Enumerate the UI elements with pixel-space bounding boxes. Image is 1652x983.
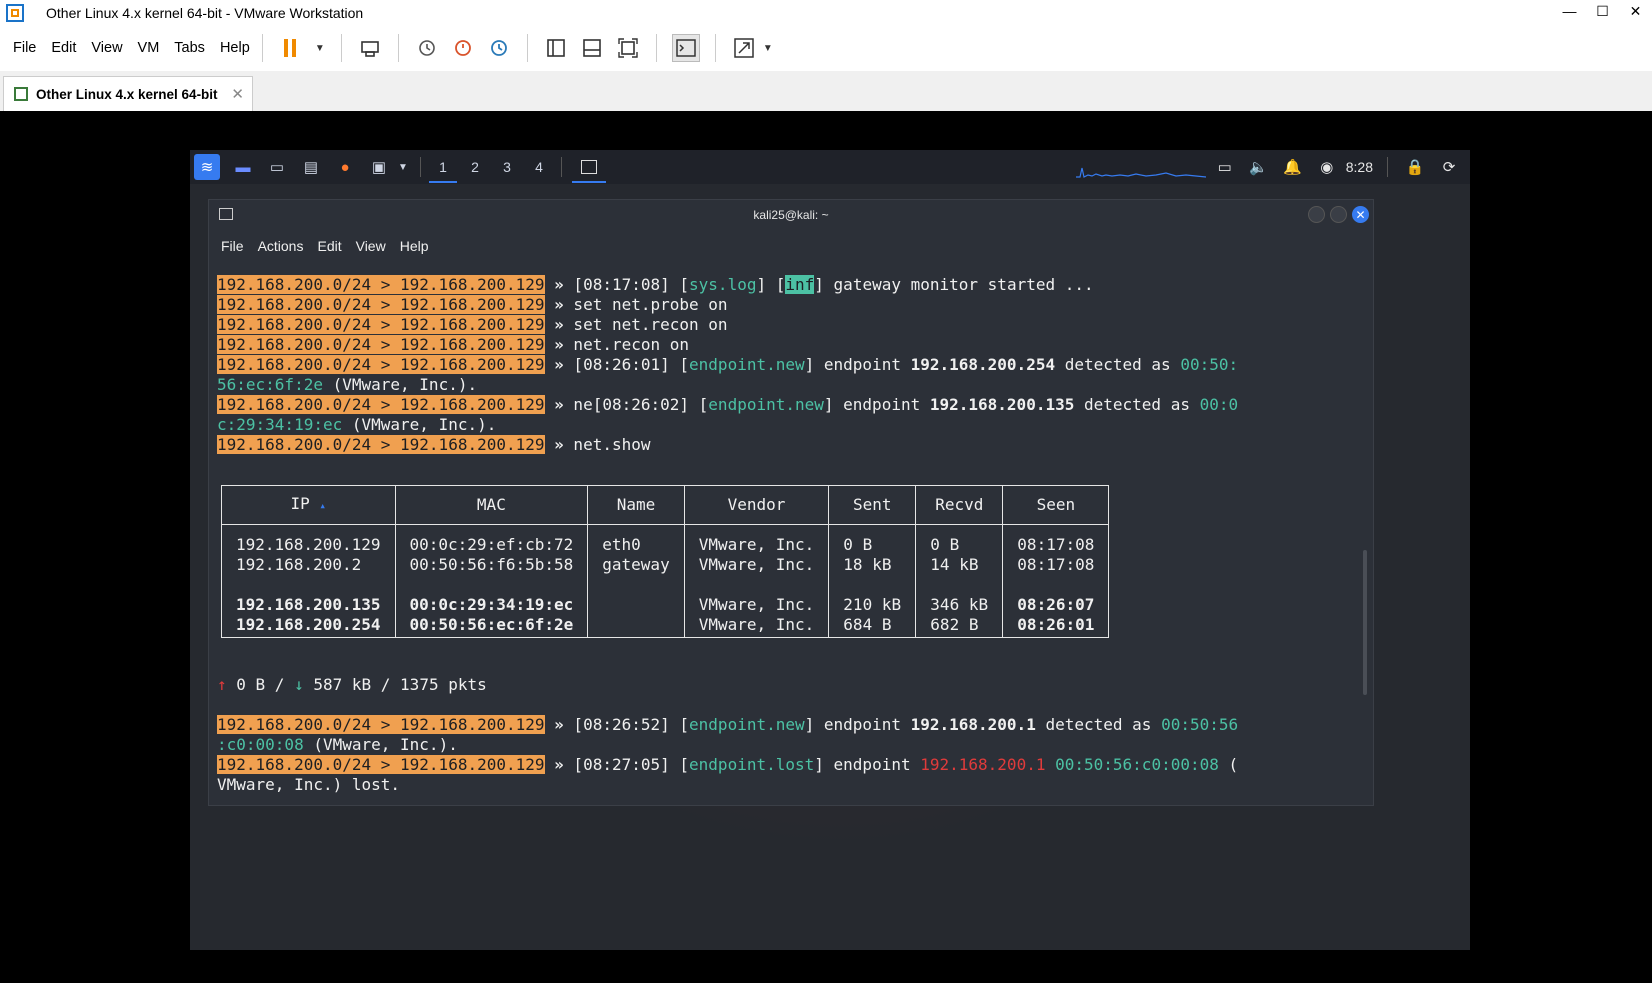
table-header-vendor: Vendor bbox=[683, 485, 830, 525]
vm-icon bbox=[14, 87, 28, 101]
terminal-icon bbox=[581, 160, 597, 174]
file-manager-icon[interactable]: ▭ bbox=[266, 156, 288, 178]
terminal-line: 192.168.200.0/24 > 192.168.200.129 » net… bbox=[217, 335, 690, 354]
table-row: 192.168.200.254 00:50:56:ec:6f:2e VMware, … bbox=[221, 615, 1110, 638]
terminal-scrollbar[interactable] bbox=[1363, 550, 1367, 695]
power-manager-icon[interactable]: ◉ bbox=[1314, 158, 1340, 176]
lock-icon[interactable]: 🔒 bbox=[1402, 158, 1428, 176]
sort-ascending-icon: ▴ bbox=[319, 499, 327, 512]
terminal-menu-edit[interactable]: Edit bbox=[317, 238, 341, 254]
table-row: 192.168.200.135 00:0c:29:34:19:ec VMware, … bbox=[221, 595, 1110, 615]
close-window-button[interactable]: ✕ bbox=[1619, 0, 1652, 22]
terminal-line: 56:ec:6f:2e (VMware, Inc.). bbox=[217, 375, 478, 394]
tab-label: Other Linux 4.x kernel 64-bit bbox=[36, 86, 218, 102]
terminal-line: 192.168.200.0/24 > 192.168.200.129 » set… bbox=[217, 315, 728, 334]
terminal-line: 192.168.200.0/24 > 192.168.200.129 » net… bbox=[217, 435, 651, 454]
stretch-guest-icon[interactable] bbox=[731, 35, 757, 61]
minimize-button[interactable]: — bbox=[1553, 0, 1586, 22]
toolbar-separator bbox=[261, 34, 263, 62]
close-icon[interactable]: ✕ bbox=[231, 85, 244, 103]
workspace-1[interactable]: 1 bbox=[427, 151, 459, 183]
kali-menu-icon[interactable]: ≋ bbox=[194, 154, 220, 180]
table-row: 192.168.200.129 00:0c:29:ef:cb:72 eth0 VMwa… bbox=[221, 524, 1110, 555]
menu-vm[interactable]: VM bbox=[138, 40, 160, 56]
terminal-window-icon bbox=[219, 208, 233, 220]
chevron-down-icon[interactable]: ▼ bbox=[314, 35, 326, 61]
tab-bar: Other Linux 4.x kernel 64-bit ✕ bbox=[0, 71, 1652, 111]
fullscreen-icon[interactable] bbox=[615, 35, 641, 61]
table-header-recvd: Recvd bbox=[915, 485, 1004, 525]
workspace-4[interactable]: 4 bbox=[523, 151, 555, 183]
snapshot-manager-icon[interactable] bbox=[486, 35, 512, 61]
menubar: File Edit View VM Tabs Help ▼ ▼ bbox=[0, 25, 1652, 72]
vm-display[interactable]: ≋ ▬ ▭ ▤ ● ▣ ▼ 1 2 3 4 ▭ 🔈 🔔 ◉ 8:28 🔒 ⟳ k… bbox=[0, 111, 1652, 983]
window-title: Other Linux 4.x kernel 64-bit - VMware W… bbox=[46, 4, 364, 21]
menu-tabs[interactable]: Tabs bbox=[174, 40, 205, 56]
tab-vm[interactable]: Other Linux 4.x kernel 64-bit ✕ bbox=[3, 76, 253, 111]
library-view-icon[interactable] bbox=[543, 35, 569, 61]
snapshot-icon[interactable] bbox=[414, 35, 440, 61]
maximize-button[interactable] bbox=[1330, 206, 1347, 223]
firefox-icon[interactable]: ● bbox=[334, 156, 356, 178]
window-titlebar: Other Linux 4.x kernel 64-bit - VMware W… bbox=[0, 0, 1652, 25]
chevron-down-icon[interactable]: ▼ bbox=[762, 35, 774, 61]
console-view-icon[interactable] bbox=[671, 34, 700, 62]
display-icon[interactable]: ▭ bbox=[1212, 158, 1238, 176]
terminal-line: c:29:34:19:ec (VMware, Inc.). bbox=[217, 415, 497, 434]
traffic-stats: ↑ 0 B / ↓ 587 kB / 1375 pkts bbox=[217, 675, 487, 694]
menu-file[interactable]: File bbox=[13, 40, 36, 56]
notifications-icon[interactable]: 🔔 bbox=[1280, 158, 1306, 176]
terminal-line: 192.168.200.0/24 > 192.168.200.129 » [08… bbox=[217, 715, 1239, 734]
menu-view[interactable]: View bbox=[91, 40, 122, 56]
table-header-ip: IP ▴ bbox=[221, 485, 396, 525]
vmware-logo-icon bbox=[6, 3, 24, 22]
terminal-menu-help[interactable]: Help bbox=[400, 238, 429, 254]
table-header-mac: MAC bbox=[394, 485, 589, 525]
pause-icon[interactable] bbox=[278, 35, 304, 61]
menu-help[interactable]: Help bbox=[220, 40, 250, 56]
menu-edit[interactable]: Edit bbox=[51, 40, 76, 56]
terminal-window[interactable]: kali25@kali: ~ ✕ File Actions Edit View … bbox=[208, 199, 1374, 806]
revert-snapshot-icon[interactable] bbox=[450, 35, 476, 61]
upload-arrow-icon: ↑ bbox=[217, 675, 227, 694]
terminal-menu-actions[interactable]: Actions bbox=[258, 238, 304, 254]
terminal-line: :c0:00:08 (VMware, Inc.). bbox=[217, 735, 458, 754]
show-desktop-icon[interactable]: ▬ bbox=[232, 156, 254, 178]
workspace-3[interactable]: 3 bbox=[491, 151, 523, 183]
kali-panel: ≋ ▬ ▭ ▤ ● ▣ ▼ 1 2 3 4 ▭ 🔈 🔔 ◉ 8:28 🔒 ⟳ bbox=[190, 150, 1470, 184]
terminal-line: 192.168.200.0/24 > 192.168.200.129 » ne[… bbox=[217, 395, 1239, 414]
table-row: 192.168.200.2 00:50:56:f6:5b:58 gateway VMw… bbox=[221, 555, 1110, 575]
minimize-button[interactable] bbox=[1308, 206, 1325, 223]
network-monitor-graph bbox=[1076, 167, 1206, 178]
terminal-output[interactable]: 192.168.200.0/24 > 192.168.200.129 » [08… bbox=[217, 275, 1367, 795]
logout-icon[interactable]: ⟳ bbox=[1436, 158, 1462, 176]
terminal-line: 192.168.200.0/24 > 192.168.200.129 » set… bbox=[217, 295, 728, 314]
net-show-table: IP ▴ MAC Name Vendor Sent Recvd Seen 192… bbox=[221, 485, 1110, 638]
maximize-button[interactable]: ☐ bbox=[1586, 0, 1619, 22]
panel-clock[interactable]: 8:28 bbox=[1346, 159, 1373, 175]
terminal-line: 192.168.200.0/24 > 192.168.200.129 » [08… bbox=[217, 355, 1239, 374]
terminal-menu-file[interactable]: File bbox=[221, 238, 244, 254]
chevron-down-icon[interactable]: ▼ bbox=[392, 156, 414, 178]
send-ctrl-alt-del-icon[interactable] bbox=[357, 35, 383, 61]
terminal-line: 192.168.200.0/24 > 192.168.200.129 » [08… bbox=[217, 755, 1239, 774]
table-header-sent: Sent bbox=[828, 485, 917, 525]
table-header-name: Name bbox=[587, 485, 685, 525]
terminal-line: VMware, Inc.) lost. bbox=[217, 775, 401, 794]
taskbar-terminal[interactable] bbox=[572, 151, 606, 183]
guest-desktop[interactable]: ≋ ▬ ▭ ▤ ● ▣ ▼ 1 2 3 4 ▭ 🔈 🔔 ◉ 8:28 🔒 ⟳ k… bbox=[190, 150, 1470, 950]
terminal-menu-view[interactable]: View bbox=[356, 238, 386, 254]
terminal-menubar: File Actions Edit View Help bbox=[221, 238, 443, 254]
terminal-line: 192.168.200.0/24 > 192.168.200.129 » [08… bbox=[217, 275, 1094, 294]
text-editor-icon[interactable]: ▤ bbox=[300, 156, 322, 178]
volume-icon[interactable]: 🔈 bbox=[1246, 158, 1272, 176]
table-header-seen: Seen bbox=[1002, 485, 1110, 525]
workspace-2[interactable]: 2 bbox=[459, 151, 491, 183]
terminal-title: kali25@kali: ~ bbox=[753, 208, 829, 222]
download-arrow-icon: ↓ bbox=[294, 675, 304, 694]
terminal-launcher-icon[interactable]: ▣ bbox=[368, 156, 390, 178]
close-button[interactable]: ✕ bbox=[1352, 206, 1369, 223]
terminal-titlebar: kali25@kali: ~ bbox=[209, 200, 1373, 230]
thumbnail-view-icon[interactable] bbox=[579, 35, 605, 61]
